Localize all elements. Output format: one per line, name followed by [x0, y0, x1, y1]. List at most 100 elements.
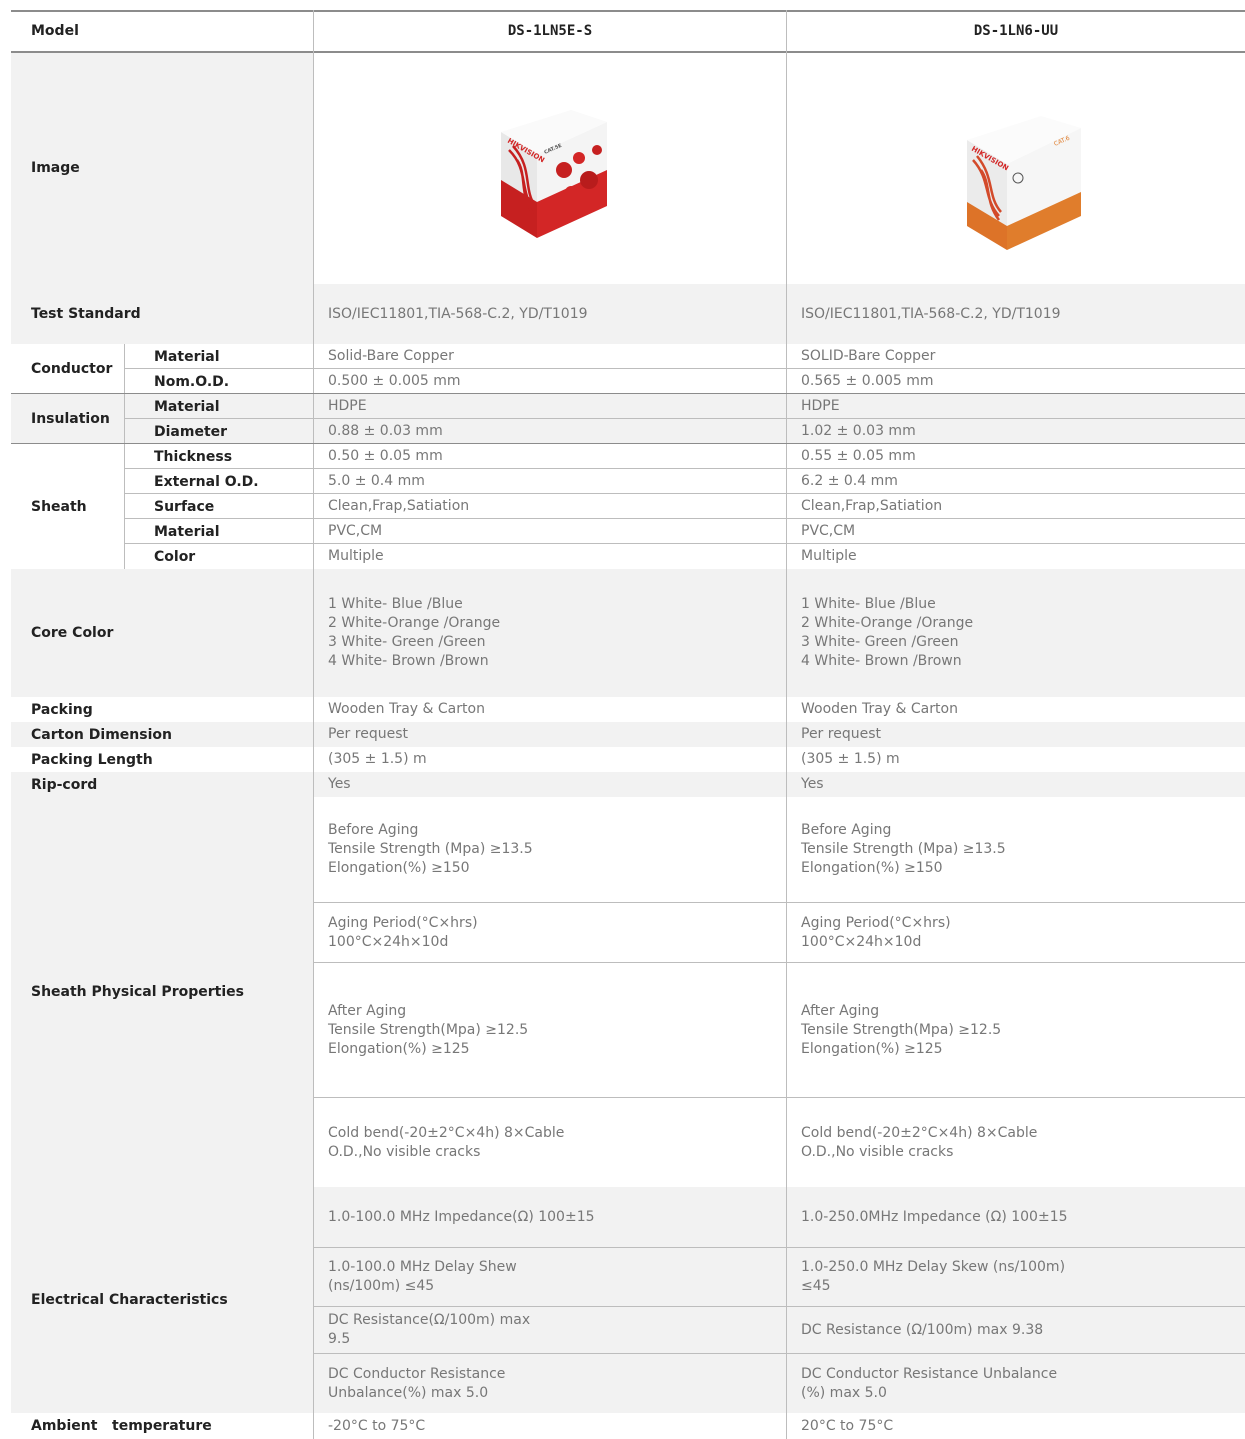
ambient-label: Ambient temperature	[31, 1418, 212, 1434]
test-standard-label-cell: Test Standard	[11, 284, 313, 344]
electrical-impedance-1: 1.0-100.0 MHz Impedance(Ω) 100±15	[314, 1187, 786, 1247]
carton-value-1: Per request	[314, 722, 786, 747]
conductor-nomod-value-2: 0.565 ± 0.005 mm	[787, 369, 1245, 394]
insulation-diameter-value-1: 0.88 ± 0.03 mm	[314, 419, 786, 444]
sheath-surface-label: Surface	[154, 498, 215, 515]
rule-conductor-bottom	[11, 393, 1245, 394]
product-box-cat5e: HIKVISION CAT.5E	[501, 110, 607, 238]
image-cell-2: HIKVISION CAT.6	[787, 52, 1245, 284]
rule-phys-3	[314, 1097, 1245, 1098]
sheath-color-label-cell: Color	[125, 544, 313, 569]
rule-phys-1	[314, 902, 1245, 903]
conductor-nomod-text-1: 0.500 ± 0.005 mm	[328, 373, 461, 389]
sheath-material-label-cell: Material	[125, 519, 313, 544]
sheath-phys-after-2: After Aging Tensile Strength(Mpa) ≥12.5 …	[787, 963, 1245, 1097]
header-model-2: DS-1LN6-UU	[973, 23, 1059, 39]
conductor-label-cell: Conductor	[11, 344, 124, 394]
electrical-delay-1: 1.0-100.0 MHz Delay Shew (ns/100m) ≤45	[314, 1248, 786, 1306]
sheath-phys-after-text-1: After Aging Tensile Strength(Mpa) ≥12.5 …	[328, 1003, 529, 1057]
subcol-divider	[124, 344, 125, 569]
image-cell-1: HIKVISION CAT.5E	[314, 52, 786, 284]
sheath-phys-before-2: Before Aging Tensile Strength (Mpa) ≥13.…	[787, 797, 1245, 902]
length-value-2: (305 ± 1.5) m	[787, 747, 1245, 772]
ambient-label-cell: Ambient temperature	[11, 1413, 313, 1439]
sheath-material-value-1: PVC,CM	[314, 519, 786, 544]
test-standard-value-2: ISO/IEC11801,TIA-568-C.2, YD/T1019	[787, 284, 1245, 344]
sheath-phys-cold-text-1: Cold bend(-20±2°C×4h) 8×Cable O.D.,No vi…	[328, 1124, 565, 1160]
ripcord-text-1: Yes	[328, 776, 351, 792]
electrical-delay-text-2: 1.0-250.0 MHz Delay Skew (ns/100m) ≤45	[801, 1259, 1066, 1294]
packing-label-cell: Packing	[11, 697, 313, 722]
sheath-material-text-2: PVC,CM	[801, 523, 856, 539]
core-color-text-2: 1 White- Blue /Blue 2 White-Orange /Oran…	[801, 596, 974, 669]
image-label-cell: Image	[11, 52, 313, 284]
sheath-phys-before-text-1: Before Aging Tensile Strength (Mpa) ≥13.…	[328, 822, 533, 876]
sheath-external-value-1: 5.0 ± 0.4 mm	[314, 469, 786, 494]
sheath-color-value-1: Multiple	[314, 544, 786, 569]
conductor-material-label-cell: Material	[125, 344, 313, 369]
ambient-text-1: -20°C to 75°C	[328, 1417, 426, 1434]
sheath-surface-value-2: Clean,Frap,Satiation	[787, 494, 1245, 519]
packing-label: Packing	[31, 701, 93, 718]
header-model-1: DS-1LN5E-S	[507, 23, 593, 39]
sheath-surface-label-cell: Surface	[125, 494, 313, 519]
sheath-phys-after-text-2: After Aging Tensile Strength(Mpa) ≥12.5 …	[801, 1003, 1002, 1057]
electrical-impedance-text-1: 1.0-100.0 MHz Impedance(Ω) 100±15	[328, 1208, 595, 1225]
packing-value-2: Wooden Tray & Carton	[787, 697, 1245, 722]
sheath-material-text-1: PVC,CM	[328, 523, 383, 539]
sheath-color-text-1: Multiple	[328, 548, 384, 564]
test-standard-value-1: ISO/IEC11801,TIA-568-C.2, YD/T1019	[314, 284, 786, 344]
ripcord-value-1: Yes	[314, 772, 786, 797]
conductor-material-text-1: Solid-Bare Copper	[328, 348, 454, 364]
core-color-label-cell: Core Color	[11, 569, 313, 697]
sheath-phys-period-1: Aging Period(°C×hrs) 100°C×24h×10d	[314, 903, 786, 962]
sheath-phys-cold-1: Cold bend(-20±2°C×4h) 8×Cable O.D.,No vi…	[314, 1098, 786, 1187]
test-standard-label: Test Standard	[31, 306, 141, 322]
header-col2-cell: DS-1LN6-UU	[787, 10, 1245, 52]
sheath-material-label: Material	[154, 523, 220, 540]
sheath-color-label: Color	[154, 548, 196, 565]
conductor-material-label: Material	[154, 348, 220, 365]
rule-conductor-mid	[125, 368, 1245, 369]
insulation-material-text-2: HDPE	[801, 398, 840, 414]
length-text-2: (305 ± 1.5) m	[801, 751, 900, 767]
sheath-phys-period-text-1: Aging Period(°C×hrs) 100°C×24h×10d	[328, 914, 478, 950]
rule-phys-2	[314, 962, 1245, 963]
ripcord-value-2: Yes	[787, 772, 1245, 797]
ripcord-text-2: Yes	[801, 776, 824, 792]
insulation-material-value-1: HDPE	[314, 394, 786, 419]
packing-text-2: Wooden Tray & Carton	[801, 701, 958, 717]
conductor-material-value-1: Solid-Bare Copper	[314, 344, 786, 369]
sheath-thickness-label-cell: Thickness	[125, 444, 313, 469]
carton-text-1: Per request	[328, 726, 408, 742]
sheath-thickness-value-2: 0.55 ± 0.05 mm	[787, 444, 1245, 469]
conductor-material-text-2: SOLID-Bare Copper	[801, 348, 936, 364]
rule-insulation-mid	[125, 418, 1245, 419]
insulation-label: Insulation	[31, 411, 110, 427]
packing-text-1: Wooden Tray & Carton	[328, 701, 485, 717]
sheath-external-text-2: 6.2 ± 0.4 mm	[801, 473, 898, 489]
col-divider-2	[786, 10, 787, 1439]
electrical-dcres-text-2: DC Resistance (Ω/100m) max 9.38	[801, 1321, 1044, 1338]
insulation-material-value-2: HDPE	[787, 394, 1245, 419]
insulation-material-label: Material	[154, 398, 220, 415]
insulation-label-cell: Insulation	[11, 394, 124, 444]
sheath-phys-cold-text-2: Cold bend(-20±2°C×4h) 8×Cable O.D.,No vi…	[801, 1124, 1038, 1160]
sheath-label-cell: Sheath	[11, 444, 124, 569]
header-rule	[11, 51, 1245, 53]
rule-sheath-2	[125, 493, 1245, 494]
sheath-color-text-2: Multiple	[801, 548, 857, 564]
conductor-nomod-text-2: 0.565 ± 0.005 mm	[801, 373, 934, 389]
sheath-thickness-text-2: 0.55 ± 0.05 mm	[801, 448, 916, 464]
rule-sheath-1	[125, 468, 1245, 469]
carton-label-cell: Carton Dimension	[11, 722, 313, 747]
rule-insulation-bottom	[11, 443, 1245, 444]
insulation-material-text-1: HDPE	[328, 398, 367, 414]
header-col1-cell: DS-1LN5E-S	[314, 10, 786, 52]
sheath-phys-before-1: Before Aging Tensile Strength (Mpa) ≥13.…	[314, 797, 786, 902]
sheath-thickness-value-1: 0.50 ± 0.05 mm	[314, 444, 786, 469]
sheath-phys-cold-2: Cold bend(-20±2°C×4h) 8×Cable O.D.,No vi…	[787, 1098, 1245, 1187]
sheath-external-text-1: 5.0 ± 0.4 mm	[328, 473, 425, 489]
insulation-diameter-label: Diameter	[154, 423, 228, 440]
conductor-material-value-2: SOLID-Bare Copper	[787, 344, 1245, 369]
